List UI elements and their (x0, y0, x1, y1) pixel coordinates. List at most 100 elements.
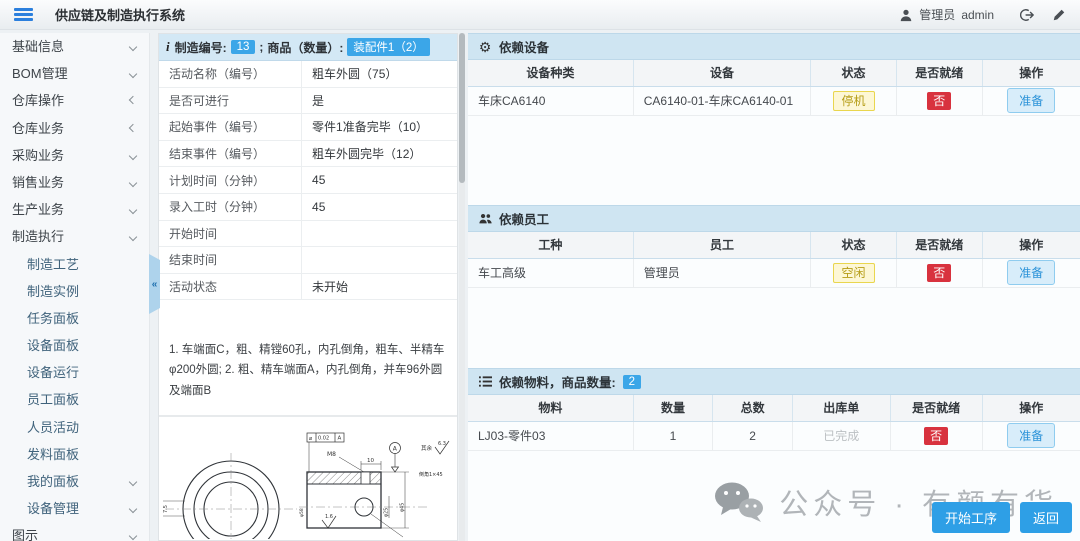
user-name: admin (961, 8, 994, 22)
chevron-down-icon (129, 70, 137, 78)
prepare-button[interactable]: 准备 (1007, 88, 1055, 113)
sidebar-item-basic-info[interactable]: 基础信息 (0, 33, 149, 60)
table-row: 车工高级 管理员 空闲 否 准备 (468, 258, 1080, 287)
form-row: 结束时间 (159, 247, 457, 274)
sidebar-item-warehouse-biz[interactable]: 仓库业务 (0, 115, 149, 142)
app-title: 供应链及制造执行系统 (55, 5, 185, 24)
ready-badge: 否 (924, 427, 948, 445)
footer-actions: 开始工序 返回 (932, 502, 1072, 533)
wechat-icon (713, 481, 765, 523)
table-row: 车床CA6140 CA6140-01-车床CA6140-01 停机 否 准备 (468, 86, 1080, 115)
staff-section-title: 依赖员工 (499, 209, 549, 228)
sidebar-nav: 基础信息 BOM管理 仓库操作 仓库业务 采购业务 销售业务 生产业务 制造执行… (0, 33, 150, 541)
user-icon (899, 8, 913, 22)
user-role: 管理员 (919, 6, 955, 23)
process-note: 1. 车端面C，粗、精镗60孔，内孔倒角，粗车、半精车φ200外圆; 2. 粗、… (159, 300, 457, 417)
table-row: LJ03-零件03 1 2 已完成 否 准备 (468, 421, 1080, 450)
sidebar-collapse-handle[interactable]: « (149, 254, 160, 314)
sidebar-item-purchase[interactable]: 采购业务 (0, 142, 149, 169)
equipment-table: 设备种类 设备 状态 是否就绪 操作 车床CA6140 CA6140-01-车床… (468, 60, 1080, 116)
chevron-down-icon (129, 179, 137, 187)
sidebar-item-device-panel[interactable]: 设备面板 (0, 332, 149, 359)
back-button[interactable]: 返回 (1020, 502, 1072, 533)
separator: ; (259, 40, 263, 54)
dim-left-label: 7.5 (163, 505, 169, 513)
chevron-down-icon (129, 233, 137, 241)
sidebar-item-warehouse-ops[interactable]: 仓库操作 (0, 87, 149, 114)
equipment-section-title: 依赖设备 (499, 37, 549, 56)
panel-scrollbar-track (459, 33, 465, 541)
thread-label: M8 (327, 451, 336, 458)
sidebar-item-my-panel[interactable]: 我的面板 (0, 468, 149, 495)
sidebar-item-mfg-execution[interactable]: 制造执行 (0, 223, 149, 250)
table-header-row: 设备种类 设备 状态 是否就绪 操作 (468, 60, 1080, 86)
surface-note-label: 其余 (421, 444, 433, 452)
chevron-down-icon (129, 206, 137, 214)
mfg-no-badge: 13 (231, 40, 256, 54)
surface-value-label: 6.3 (438, 441, 446, 447)
material-section-title: 依赖物料，商品数量: (499, 372, 616, 391)
table-header-row: 工种 员工 状态 是否就绪 操作 (468, 232, 1080, 258)
datum-label: A (393, 446, 398, 453)
equipment-section: ⚙ 依赖设备 设备种类 设备 状态 是否就绪 操作 车床CA6140 CA614… (468, 33, 1080, 116)
form-row: 活动名称（编号）粗车外圆（75） (159, 61, 457, 88)
form-row: 开始时间 (159, 221, 457, 248)
logout-icon[interactable] (1020, 8, 1034, 22)
hamburger-menu-icon[interactable] (14, 8, 33, 21)
chevron-left-icon (129, 96, 137, 104)
sidebar-item-production[interactable]: 生产业务 (0, 196, 149, 223)
material-section-header: 依赖物料，商品数量: 2 (468, 368, 1080, 395)
form-row: 起始事件（编号）零件1准备完毕（10） (159, 114, 457, 141)
chevron-down-icon (129, 43, 137, 51)
staff-table: 工种 员工 状态 是否就绪 操作 车工高级 管理员 空闲 否 准备 (468, 232, 1080, 288)
dim-hole-label: φ25 (384, 508, 390, 517)
form-row: 结束事件（编号）粗车外圆完毕（12） (159, 141, 457, 168)
dim-outer-label: φ45 (400, 503, 406, 512)
sidebar-item-device-run[interactable]: 设备运行 (0, 359, 149, 386)
top-header: 供应链及制造执行系统 管理员 admin (0, 0, 1080, 30)
start-process-button[interactable]: 开始工序 (932, 502, 1010, 533)
status-badge: 停机 (833, 91, 875, 111)
sidebar-item-task-panel[interactable]: 任务面板 (0, 305, 149, 332)
detail-panel-header: i 制造编号: 13 ; 商品（数量）: 装配件1（2） (159, 34, 457, 61)
ready-badge: 否 (927, 264, 951, 282)
sidebar-item-diagram[interactable]: 图示 (0, 522, 149, 541)
table-header-row: 物料 数量 总数 出库单 是否就绪 操作 (468, 395, 1080, 421)
finish-bottom-label: 1.6 (325, 514, 333, 520)
product-label: 商品（数量）: (267, 39, 343, 56)
dim-bore-label: φ58 (299, 509, 305, 518)
edit-pen-icon[interactable] (1052, 8, 1066, 22)
panel-scrollbar-thumb[interactable] (459, 33, 465, 183)
sidebar-item-device-mgmt[interactable]: 设备管理 (0, 495, 149, 522)
prepare-button[interactable]: 准备 (1007, 260, 1055, 285)
product-badge: 装配件1（2） (347, 38, 429, 56)
chevron-down-icon (129, 152, 137, 160)
detail-panel: i 制造编号: 13 ; 商品（数量）: 装配件1（2） 活动名称（编号）粗车外… (158, 33, 458, 541)
sidebar-item-personnel-activity[interactable]: 人员活动 (0, 414, 149, 441)
staff-section: 依赖员工 工种 员工 状态 是否就绪 操作 车工高级 管理员 空闲 否 准备 (468, 205, 1080, 288)
gear-icon: ⚙ (478, 40, 492, 54)
mfg-no-label: 制造编号: (175, 39, 227, 56)
sidebar-item-mfg-instance[interactable]: 制造实例 (0, 278, 149, 305)
sidebar-item-bom[interactable]: BOM管理 (0, 60, 149, 87)
dim-width-label: 10 (367, 458, 374, 464)
dependencies-panel: ⚙ 依赖设备 设备种类 设备 状态 是否就绪 操作 车床CA6140 CA614… (468, 33, 1080, 541)
chevron-left-icon (129, 123, 137, 131)
sidebar-item-mfg-process[interactable]: 制造工艺 (0, 251, 149, 278)
outbound-status: 已完成 (823, 429, 859, 443)
technical-drawing: 7.5 ⌀ 0.02 A M8 (159, 417, 457, 540)
sidebar-item-material-panel[interactable]: 发料面板 (0, 441, 149, 468)
sidebar-item-sales[interactable]: 销售业务 (0, 169, 149, 196)
chevron-down-icon (129, 532, 137, 540)
sidebar-item-staff-panel[interactable]: 员工面板 (0, 386, 149, 413)
form-row: 是否可进行是 (159, 88, 457, 115)
prepare-button[interactable]: 准备 (1007, 423, 1055, 448)
list-icon (478, 375, 492, 389)
form-row: 活动状态未开始 (159, 274, 457, 301)
material-table: 物料 数量 总数 出库单 是否就绪 操作 LJ03-零件03 1 2 已完成 否… (468, 395, 1080, 451)
chevron-down-icon (129, 505, 137, 513)
form-row: 录入工时（分钟）45 (159, 194, 457, 221)
status-badge: 空闲 (833, 263, 875, 283)
user-menu[interactable]: 管理员 admin (899, 6, 994, 23)
tolerance-value: 0.02 (318, 436, 329, 442)
